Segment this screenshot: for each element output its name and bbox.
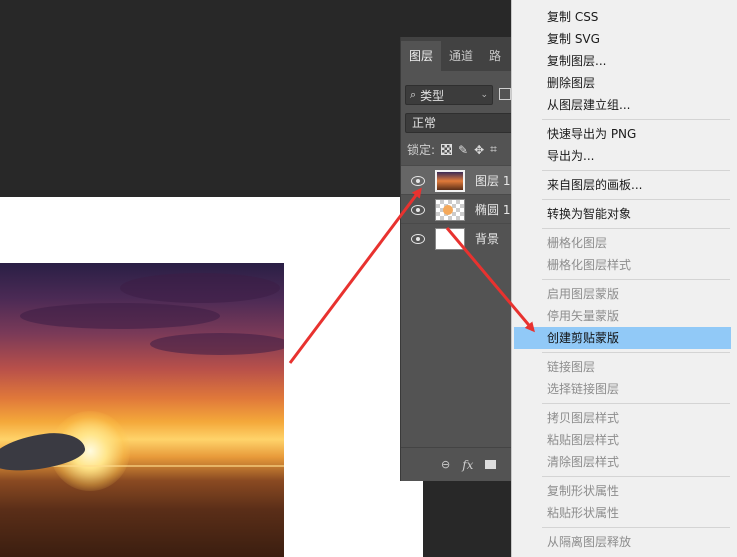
menu-separator xyxy=(542,170,730,171)
menu-item-artboard-from-layers[interactable]: 来自图层的画板... xyxy=(514,174,731,196)
lock-row: 锁定: ✎ ✥ ⌗ xyxy=(407,141,497,158)
lock-label: 锁定: xyxy=(407,143,436,157)
filter-label: 类型 xyxy=(420,88,445,103)
panel-tabbar: 图层 通道 路 xyxy=(401,37,514,71)
menu-item-enable-layer-mask[interactable]: 启用图层蒙版 xyxy=(514,283,731,305)
fx-button[interactable]: fx xyxy=(462,458,473,472)
menu-item-export-as[interactable]: 导出为... xyxy=(514,145,731,167)
menu-item-convert-smart-object[interactable]: 转换为智能对象 xyxy=(514,203,731,225)
layer-filter-select[interactable]: ⌕ 类型 ⌄ xyxy=(405,85,493,105)
menu-item-copy-layer-style[interactable]: 拷贝图层样式 xyxy=(514,407,731,429)
lock-artboard-icon[interactable]: ⌗ xyxy=(490,142,497,157)
panel-bottom-bar: ⊖ fx xyxy=(401,447,514,481)
chevron-down-icon: ⌄ xyxy=(480,90,488,100)
menu-item-copy-svg[interactable]: 复制 SVG xyxy=(514,28,731,50)
search-icon: ⌕ xyxy=(410,88,417,101)
context-menu: 复制 CSS 复制 SVG 复制图层... 删除图层 从图层建立组... 快速导… xyxy=(511,0,737,557)
layer-row-ellipse[interactable]: 椭圆 1 xyxy=(401,194,514,224)
menu-item-quick-export-png[interactable]: 快速导出为 PNG xyxy=(514,123,731,145)
menu-item-copy-css[interactable]: 复制 CSS xyxy=(514,6,731,28)
menu-item-disable-vector-mask[interactable]: 停用矢量蒙版 xyxy=(514,305,731,327)
lock-brush-icon[interactable]: ✎ xyxy=(458,143,468,157)
tab-channels[interactable]: 通道 xyxy=(441,41,481,71)
menu-item-select-linked-layers[interactable]: 选择链接图层 xyxy=(514,378,731,400)
menu-separator xyxy=(542,279,730,280)
menu-item-paste-shape-attributes[interactable]: 粘贴形状属性 xyxy=(514,502,731,524)
menu-item-clear-layer-style[interactable]: 清除图层样式 xyxy=(514,451,731,473)
layer-name: 背景 xyxy=(475,232,500,246)
lock-move-icon[interactable]: ✥ xyxy=(474,143,484,157)
menu-separator xyxy=(542,228,730,229)
visibility-eye-icon[interactable] xyxy=(411,233,425,244)
menu-item-rasterize-layer-style[interactable]: 栅格化图层样式 xyxy=(514,254,731,276)
menu-item-duplicate-layer[interactable]: 复制图层... xyxy=(514,50,731,72)
layer-name: 图层 1 xyxy=(475,174,511,188)
menu-separator xyxy=(542,199,730,200)
menu-item-create-clipping-mask[interactable]: 创建剪贴蒙版 xyxy=(514,327,731,349)
layer-name: 椭圆 1 xyxy=(475,203,511,217)
menu-item-rasterize-layer[interactable]: 栅格化图层 xyxy=(514,232,731,254)
menu-item-copy-shape-attributes[interactable]: 复制形状属性 xyxy=(514,480,731,502)
layers-panel: 图层 通道 路 ⌕ 类型 ⌄ 正常 锁定: ✎ ✥ ⌗ 图层 1 椭圆 1 背景… xyxy=(400,37,514,481)
menu-separator xyxy=(542,403,730,404)
menu-item-link-layers[interactable]: 链接图层 xyxy=(514,356,731,378)
lock-transparent-icon[interactable] xyxy=(441,144,453,155)
menu-item-group-from-layers[interactable]: 从图层建立组... xyxy=(514,94,731,116)
menu-item-paste-layer-style[interactable]: 粘贴图层样式 xyxy=(514,429,731,451)
menu-item-release-from-isolation[interactable]: 从隔离图层释放 xyxy=(514,531,731,553)
visibility-eye-icon[interactable] xyxy=(411,175,425,186)
filter-image-icon[interactable] xyxy=(499,88,511,100)
menu-separator xyxy=(542,476,730,477)
visibility-eye-icon[interactable] xyxy=(411,204,425,215)
tab-layers[interactable]: 图层 xyxy=(401,41,442,71)
layer-row-background[interactable]: 背景 xyxy=(401,223,514,253)
blend-mode-select[interactable]: 正常 xyxy=(405,113,513,133)
sunset-dolphin-photo xyxy=(0,263,284,557)
tab-paths[interactable]: 路 xyxy=(481,41,509,71)
menu-separator xyxy=(542,352,730,353)
layer-row-image[interactable]: 图层 1 xyxy=(401,165,514,195)
add-mask-icon[interactable] xyxy=(485,460,497,469)
layer-thumbnail xyxy=(435,169,465,192)
menu-separator xyxy=(542,527,730,528)
menu-item-delete-layer[interactable]: 删除图层 xyxy=(514,72,731,94)
link-layers-icon[interactable]: ⊖ xyxy=(441,458,450,471)
menu-separator xyxy=(542,119,730,120)
shape-layer-thumbnail xyxy=(435,198,465,221)
layer-thumbnail xyxy=(435,227,465,250)
